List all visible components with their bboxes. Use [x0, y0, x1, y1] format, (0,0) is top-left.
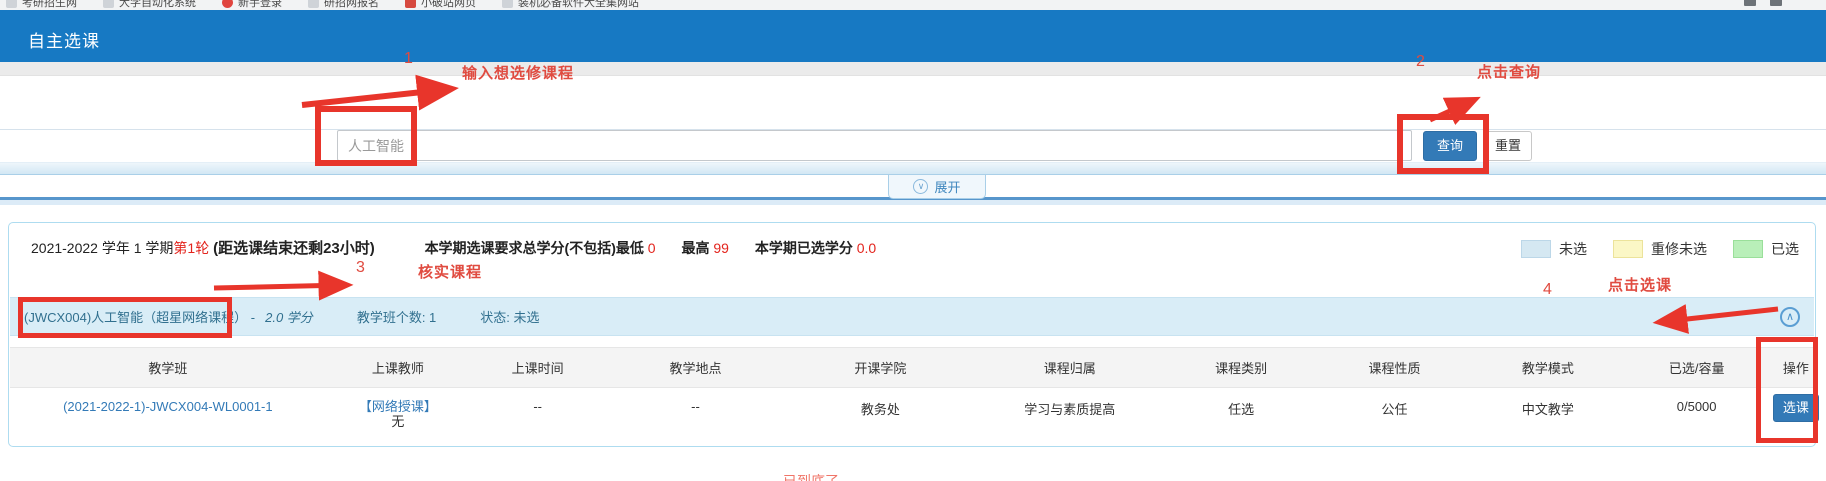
category-cell: 任选	[1165, 388, 1318, 447]
bookmark-item[interactable]: 大学自动化系统	[103, 0, 196, 10]
col-header-place: 教学地点	[605, 358, 785, 377]
bookmark-item[interactable]: 装机必备软件大全集网站	[502, 0, 639, 10]
legend-selected-swatch	[1733, 240, 1763, 258]
semester-text: 2021-2022 学年 1 学期	[31, 240, 173, 256]
legend-retake-label: 重修未选	[1651, 239, 1707, 259]
bookmark-label: 大学自动化系统	[119, 0, 196, 10]
annotation-num-3: 3	[356, 259, 365, 277]
bookmark-item[interactable]: 小破站网页	[405, 0, 476, 10]
page-icon	[308, 0, 319, 8]
col-header-teacher: 上课教师	[326, 358, 470, 377]
end-of-list-text: 已到底了...	[783, 471, 851, 481]
time-cell: --	[470, 388, 605, 447]
status-legend: 未选 重修未选 已选	[1521, 239, 1799, 259]
annotation-box-action	[1756, 337, 1818, 443]
nature-cell: 公任	[1318, 388, 1471, 447]
table-header-row: 教学班 上课教师 上课时间 教学地点 开课学院 课程归属 课程类别 课程性质 教…	[10, 347, 1814, 388]
folder-icon[interactable]	[1744, 0, 1756, 6]
page: 考研招生网 大学自动化系统 新手登录 研招网报名 小破站网页 装机必备软件大全集…	[0, 0, 1826, 481]
mode-cell: 中文教学	[1471, 388, 1624, 447]
page-icon	[6, 0, 17, 8]
annotation-arrow-1	[302, 89, 450, 105]
col-header-nature: 课程性质	[1318, 358, 1471, 377]
bookmark-label: 装机必备软件大全集网站	[518, 0, 639, 10]
col-header-time: 上课时间	[470, 358, 605, 377]
legend-selected-label: 已选	[1771, 239, 1799, 259]
annotation-box-query	[1397, 114, 1489, 174]
header-substrip	[0, 62, 1826, 76]
teacher-name: 无	[326, 414, 470, 429]
bookmark-item[interactable]: 研招网报名	[308, 0, 379, 10]
college-cell: 教务处	[786, 388, 975, 447]
expand-label: 展开	[934, 177, 960, 196]
teacher-cell: 【网络授课】 无	[326, 388, 470, 447]
col-header-capacity: 已选/容量	[1624, 358, 1768, 377]
annotation-num-4: 4	[1543, 281, 1552, 299]
legend-unselected-label: 未选	[1559, 239, 1587, 259]
course-class-count: 教学班个数: 1	[357, 307, 436, 326]
red-dot-icon	[222, 0, 233, 8]
course-list-panel: 2021-2022 学年 1 学期第1轮 (距选课结束还剩23小时) 本学期选课…	[8, 222, 1816, 447]
bookmark-label: 考研招生网	[22, 0, 77, 10]
course-accordion-header[interactable]: (JWCX004)人工智能（超星网络课程） - 2.0 学分 教学班个数: 1 …	[10, 297, 1814, 336]
col-header-class: 教学班	[10, 358, 326, 377]
teach-mode-tag: 【网络授课】	[326, 399, 470, 414]
course-search-input[interactable]	[337, 130, 1412, 161]
browser-bookmarks-bar: 考研招生网 大学自动化系统 新手登录 研招网报名 小破站网页 装机必备软件大全集…	[0, 0, 1826, 10]
expand-toggle[interactable]: ∨ 展开	[888, 175, 986, 199]
credit-min: 0	[648, 240, 656, 256]
credit-max: 99	[713, 240, 729, 256]
chevron-down-icon: ∨	[913, 179, 928, 194]
annotation-label-2: 点击查询	[1477, 61, 1541, 82]
page-icon	[502, 0, 513, 8]
col-header-belong: 课程归属	[975, 358, 1164, 377]
credit-max-label: 最高	[681, 240, 709, 256]
annotation-num-2: 2	[1416, 53, 1425, 71]
annotation-label-3: 核实课程	[418, 261, 482, 282]
round-text: 第1轮	[173, 240, 209, 256]
legend-unselected-swatch	[1521, 240, 1551, 258]
table-row: (2021-2022-1)-JWCX004-WL0001-1 【网络授课】 无 …	[10, 388, 1814, 447]
annotation-box-input	[315, 106, 417, 166]
course-status: 状态: 未选	[480, 307, 539, 326]
annotation-label-1: 输入想选修课程	[462, 62, 574, 83]
belong-cell: 学习与素质提高	[975, 388, 1164, 447]
credit-req-label: 本学期选课要求总学分(不包括)最低	[425, 240, 644, 256]
bookmark-label: 新手登录	[238, 0, 282, 10]
legend-retake-swatch	[1613, 240, 1643, 258]
bookmark-label: 小破站网页	[421, 0, 476, 10]
page-title: 自主选课	[28, 27, 100, 52]
search-bottom-bar	[0, 162, 1826, 175]
col-header-category: 课程类别	[1165, 358, 1318, 377]
section-divider-shade	[0, 200, 1826, 205]
chevron-up-icon[interactable]: ∧	[1780, 307, 1800, 327]
countdown-text: (距选课结束还剩23小时)	[213, 240, 375, 257]
bookmark-label: 研招网报名	[324, 0, 379, 10]
capacity-cell: 0/5000	[1624, 388, 1768, 447]
semester-info: 2021-2022 学年 1 学期第1轮 (距选课结束还剩23小时) 本学期选课…	[31, 237, 876, 258]
selected-credit-label: 本学期已选学分	[755, 240, 853, 256]
annotation-label-4: 点击选课	[1608, 274, 1672, 295]
bookmark-item[interactable]: 新手登录	[222, 0, 282, 10]
course-credits: 2.0 学分	[265, 307, 313, 326]
class-code-link[interactable]: (2021-2022-1)-JWCX004-WL0001-1	[63, 399, 273, 414]
col-header-college: 开课学院	[786, 358, 975, 377]
bookmark-item[interactable]: 考研招生网	[6, 0, 77, 10]
red-badge-icon	[405, 0, 416, 8]
apps-icon[interactable]	[1770, 0, 1782, 6]
annotation-box-course	[18, 297, 232, 338]
app-header: 自主选课	[0, 10, 1826, 62]
selected-credit-value: 0.0	[857, 240, 876, 256]
annotation-num-1: 1	[404, 50, 413, 68]
page-icon	[103, 0, 114, 8]
reset-button[interactable]: 重置	[1484, 131, 1532, 161]
place-cell: --	[605, 388, 785, 447]
col-header-mode: 教学模式	[1471, 358, 1624, 377]
